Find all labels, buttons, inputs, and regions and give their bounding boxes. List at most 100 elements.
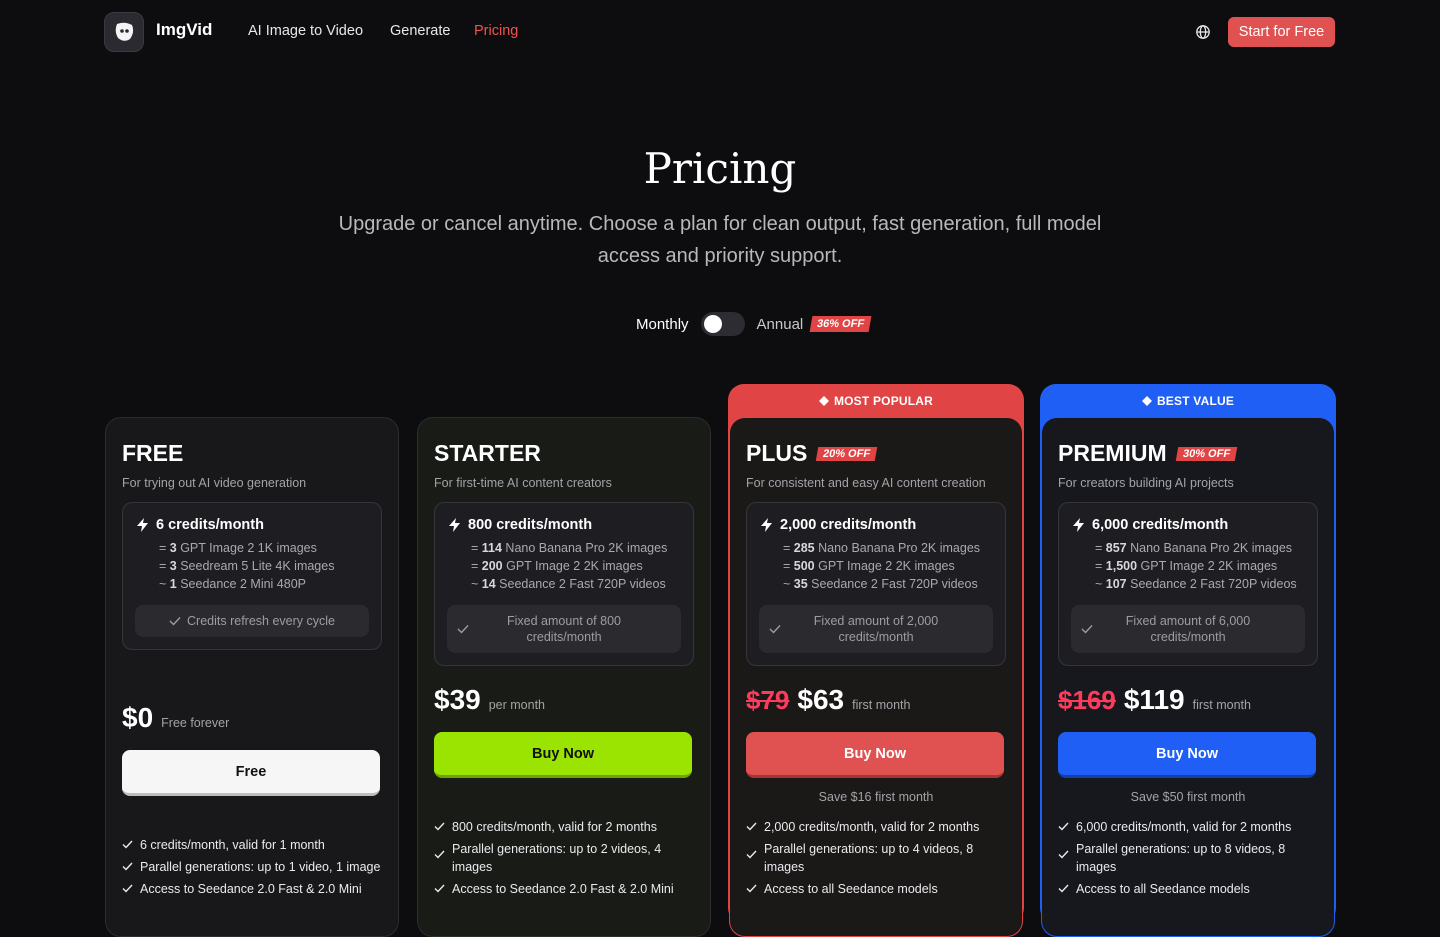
credits-amount: 6 credits/month — [156, 517, 264, 533]
plan-name-text: PREMIUM — [1058, 440, 1167, 466]
plan-card-plus-frame: MOST POPULAR PLUS 20% OFF For consistent … — [728, 384, 1024, 937]
plan-name: STARTER — [434, 440, 541, 467]
credit-breakdown-line: = 500 GPT Image 2 2K images — [783, 559, 955, 573]
nav-link-pricing[interactable]: Pricing — [474, 23, 518, 39]
save-note: Save $50 first month — [1130, 790, 1246, 804]
credits-heading: 6 credits/month — [137, 517, 264, 533]
price-row: $0 Free forever — [122, 702, 229, 734]
plan-card-premium: PREMIUM 30% OFF For creators building AI … — [1041, 417, 1335, 937]
feature-item: 6,000 credits/month, valid for 2 months — [1058, 818, 1320, 836]
plan-description: For creators building AI projects — [1058, 476, 1234, 490]
credits-amount: 2,000 credits/month — [780, 517, 917, 533]
credits-note: Fixed amount of 800 credits/month — [447, 605, 681, 653]
plan-description: For consistent and easy AI content creat… — [746, 476, 986, 490]
credits-note: Fixed amount of 2,000 credits/month — [759, 605, 993, 653]
monthly-label[interactable]: Monthly — [636, 316, 689, 333]
best-value-ribbon: BEST VALUE — [1040, 384, 1336, 418]
price: $39 — [434, 684, 481, 715]
price: $119 — [1123, 684, 1185, 715]
brand-name[interactable]: ImgVid — [156, 20, 212, 40]
check-icon — [1058, 822, 1069, 831]
switch-knob — [703, 315, 722, 333]
plan-name: PREMIUM 30% OFF — [1058, 440, 1237, 467]
annual-label[interactable]: Annual — [757, 316, 804, 333]
credits-box: 6 credits/month = 3 GPT Image 2 1K image… — [122, 502, 382, 650]
credit-breakdown-line: = 3 GPT Image 2 1K images — [159, 541, 317, 555]
price-note: first month — [1192, 698, 1251, 712]
plus-buy-now-button[interactable]: Buy Now — [746, 732, 1004, 778]
billing-toggle-row: Monthly Annual 36% OFF — [636, 312, 872, 336]
lightning-icon — [449, 518, 460, 532]
credits-note: Credits refresh every cycle — [135, 605, 369, 637]
discount-badge: 30% OFF — [1175, 446, 1237, 461]
check-icon — [746, 850, 757, 859]
credit-breakdown-line: = 200 GPT Image 2 2K images — [471, 559, 643, 573]
credits-amount: 6,000 credits/month — [1092, 517, 1229, 533]
feature-item: Access to Seedance 2.0 Fast & 2.0 Mini — [122, 880, 384, 898]
price: $0 — [122, 702, 154, 733]
feature-item: 2,000 credits/month, valid for 2 months — [746, 818, 1008, 836]
annual-discount-badge: 36% OFF — [809, 316, 872, 332]
check-icon — [434, 850, 445, 859]
credits-box: 2,000 credits/month = 285 Nano Banana Pr… — [746, 502, 1006, 666]
brand-logo-icon[interactable] — [104, 12, 144, 52]
check-icon — [169, 617, 181, 626]
price-row: $39 per month — [434, 684, 545, 716]
price-note: Free forever — [161, 716, 230, 730]
credit-breakdown-line: = 3 Seedream 5 Lite 4K images — [159, 559, 335, 573]
lightning-icon — [761, 518, 772, 532]
premium-buy-now-button[interactable]: Buy Now — [1058, 732, 1316, 778]
plan-description: For first-time AI content creators — [434, 476, 612, 490]
check-icon — [769, 625, 781, 634]
price: $63 — [797, 684, 845, 715]
price-note: per month — [488, 698, 545, 712]
nav-link-ai-image-to-video[interactable]: AI Image to Video — [248, 23, 363, 39]
credit-breakdown-line: = 285 Nano Banana Pro 2K images — [783, 541, 981, 555]
check-icon — [746, 884, 757, 893]
feature-item: 800 credits/month, valid for 2 months — [434, 818, 696, 836]
plan-name-text: STARTER — [434, 440, 541, 466]
page-subtitle: Upgrade or cancel anytime. Choose a plan… — [338, 213, 1102, 267]
plan-card-free: FREE For trying out AI video generation … — [105, 417, 399, 937]
start-for-free-button[interactable]: Start for Free — [1228, 17, 1335, 47]
credits-box: 800 credits/month = 114 Nano Banana Pro … — [434, 502, 694, 666]
original-price: $79 — [746, 685, 790, 715]
credits-amount: 800 credits/month — [468, 517, 593, 533]
feature-item: Parallel generations: up to 1 video, 1 i… — [122, 858, 384, 876]
price-row: $79 $63 first month — [746, 684, 910, 716]
save-note: Save $16 first month — [818, 790, 934, 804]
check-icon — [1081, 625, 1093, 634]
credits-box: 6,000 credits/month = 857 Nano Banana Pr… — [1058, 502, 1318, 666]
discount-badge: 20% OFF — [816, 446, 878, 461]
diamond-icon — [1141, 396, 1152, 406]
nav-link-generate[interactable]: Generate — [390, 23, 450, 39]
check-icon — [1058, 850, 1069, 859]
feature-item: Parallel generations: up to 8 videos, 8 … — [1058, 840, 1320, 876]
credit-breakdown-line: ~ 1 Seedance 2 Mini 480P — [159, 577, 306, 591]
feature-item: 6 credits/month, valid for 1 month — [122, 836, 384, 854]
globe-icon[interactable] — [1195, 24, 1211, 40]
diamond-icon — [818, 396, 829, 406]
plan-card-starter: STARTER For first-time AI content creato… — [417, 417, 711, 937]
check-icon — [746, 822, 757, 831]
price-note: first month — [852, 698, 911, 712]
lightning-icon — [1073, 518, 1084, 532]
plan-name-text: PLUS — [746, 440, 808, 466]
check-icon — [122, 840, 133, 849]
plan-name: PLUS 20% OFF — [746, 440, 878, 467]
credit-breakdown-line: = 1,500 GPT Image 2 2K images — [1095, 559, 1278, 573]
starter-buy-now-button[interactable]: Buy Now — [434, 732, 692, 778]
feature-item: Access to all Seedance models — [746, 880, 1008, 898]
free-plan-button[interactable]: Free — [122, 750, 380, 796]
billing-period-switch[interactable] — [700, 312, 745, 336]
check-icon — [1058, 884, 1069, 893]
plan-card-plus: PLUS 20% OFF For consistent and easy AI c… — [729, 417, 1023, 937]
feature-item: Parallel generations: up to 2 videos, 4 … — [434, 840, 696, 876]
check-icon — [122, 862, 133, 871]
plan-name-text: FREE — [122, 440, 184, 466]
credit-breakdown-line: ~ 14 Seedance 2 Fast 720P videos — [471, 577, 666, 591]
check-icon — [434, 884, 445, 893]
plan-name: FREE — [122, 440, 183, 467]
credits-heading: 2,000 credits/month — [761, 517, 916, 533]
top-nav: ImgVid AI Image to Video Generate Pricin… — [0, 0, 1440, 64]
